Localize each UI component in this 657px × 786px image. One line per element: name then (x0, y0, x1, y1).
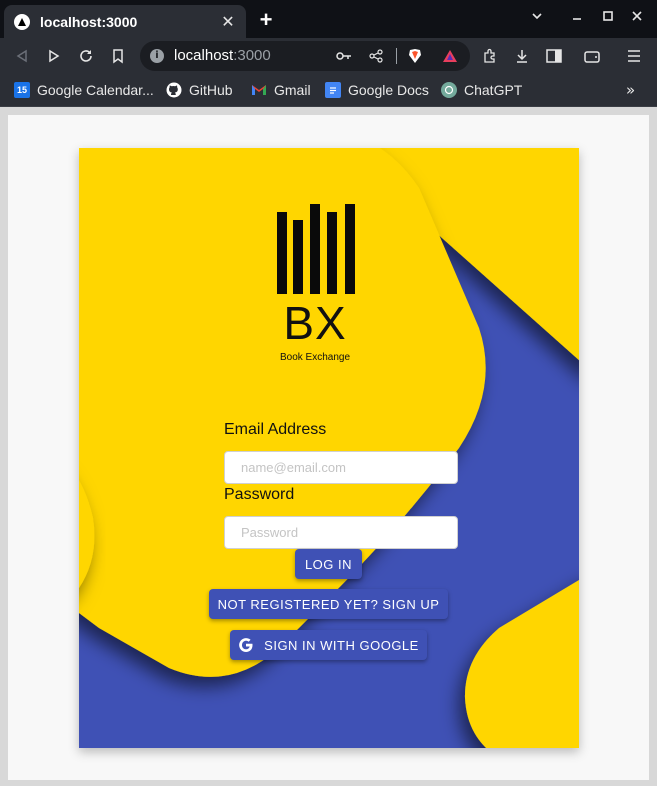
bookmark-google-calendar[interactable]: 15 Google Calendar... (14, 80, 154, 100)
back-icon[interactable] (10, 44, 34, 68)
bookmark-label: Gmail (274, 82, 311, 98)
bookmark-label: GitHub (189, 82, 233, 98)
chatgpt-icon (441, 82, 457, 98)
book-bars-icon (277, 204, 355, 294)
google-icon (238, 637, 254, 653)
new-tab-button[interactable]: + (256, 9, 276, 31)
login-button[interactable]: LOG IN (295, 549, 362, 579)
logo-subtitle: Book Exchange (279, 352, 351, 363)
nextjs-favicon-icon (14, 13, 30, 30)
bookmark-gmail[interactable]: Gmail (251, 80, 311, 100)
page-viewport: BX Book Exchange Email Address Password … (8, 115, 649, 780)
tab-close-icon[interactable]: ✕ (220, 13, 236, 30)
reload-icon[interactable] (74, 44, 98, 68)
bookmark-label: Google Docs (348, 82, 429, 98)
password-field[interactable] (224, 516, 458, 549)
bookmark-github[interactable]: GitHub (166, 80, 233, 100)
url-text[interactable]: localhost:3000 (174, 47, 271, 64)
bx-logo: BX Book Exchange (265, 202, 365, 367)
menu-icon[interactable] (622, 44, 646, 68)
github-icon (166, 82, 182, 98)
calendar-icon: 15 (14, 82, 30, 98)
tab-title: localhost:3000 (40, 13, 138, 30)
wallet-icon[interactable] (580, 44, 604, 68)
google-signin-button[interactable]: SIGN IN WITH GOOGLE (230, 630, 427, 660)
bookmarks-bar: 15 Google Calendar... GitHub Gmail Googl… (0, 74, 657, 107)
signup-button[interactable]: NOT REGISTERED YET? SIGN UP (209, 589, 448, 619)
browser-toolbar: i localhost:3000 (0, 38, 657, 74)
extensions-icon[interactable] (478, 44, 502, 68)
browser-tab[interactable]: localhost:3000 ✕ (4, 5, 246, 38)
brave-shields-icon[interactable] (407, 48, 423, 64)
brave-rewards-icon[interactable] (442, 48, 458, 64)
maximize-icon[interactable] (597, 8, 619, 26)
address-bar[interactable]: i localhost:3000 (140, 41, 470, 71)
logo-text: BX (283, 297, 347, 349)
bookmark-chatgpt[interactable]: ChatGPT (441, 80, 522, 100)
email-label: Email Address (224, 421, 327, 438)
bookmark-label: ChatGPT (464, 82, 523, 98)
google-button-label: SIGN IN WITH GOOGLE (264, 637, 419, 653)
site-info-icon[interactable]: i (150, 49, 164, 63)
docs-icon (325, 82, 341, 98)
url-separator (396, 48, 397, 64)
key-icon[interactable] (336, 48, 352, 64)
gmail-icon (251, 82, 267, 98)
browser-tab-bar: localhost:3000 ✕ + (0, 0, 657, 38)
bookmark-label: Google Calendar... (37, 82, 154, 98)
forward-icon[interactable] (42, 44, 66, 68)
tab-search-chevron-icon[interactable] (526, 8, 548, 26)
minimize-icon[interactable] (566, 8, 588, 26)
password-label: Password (224, 486, 295, 503)
share-icon[interactable] (368, 48, 384, 64)
login-card: BX Book Exchange Email Address Password … (79, 148, 579, 748)
bookmark-icon[interactable] (106, 44, 130, 68)
sidebar-icon[interactable] (542, 44, 566, 68)
download-icon[interactable] (510, 44, 534, 68)
email-field[interactable] (224, 451, 458, 484)
more-bookmarks-icon[interactable]: » (626, 81, 635, 99)
close-window-icon[interactable] (626, 8, 648, 26)
bookmark-google-docs[interactable]: Google Docs (325, 80, 429, 100)
